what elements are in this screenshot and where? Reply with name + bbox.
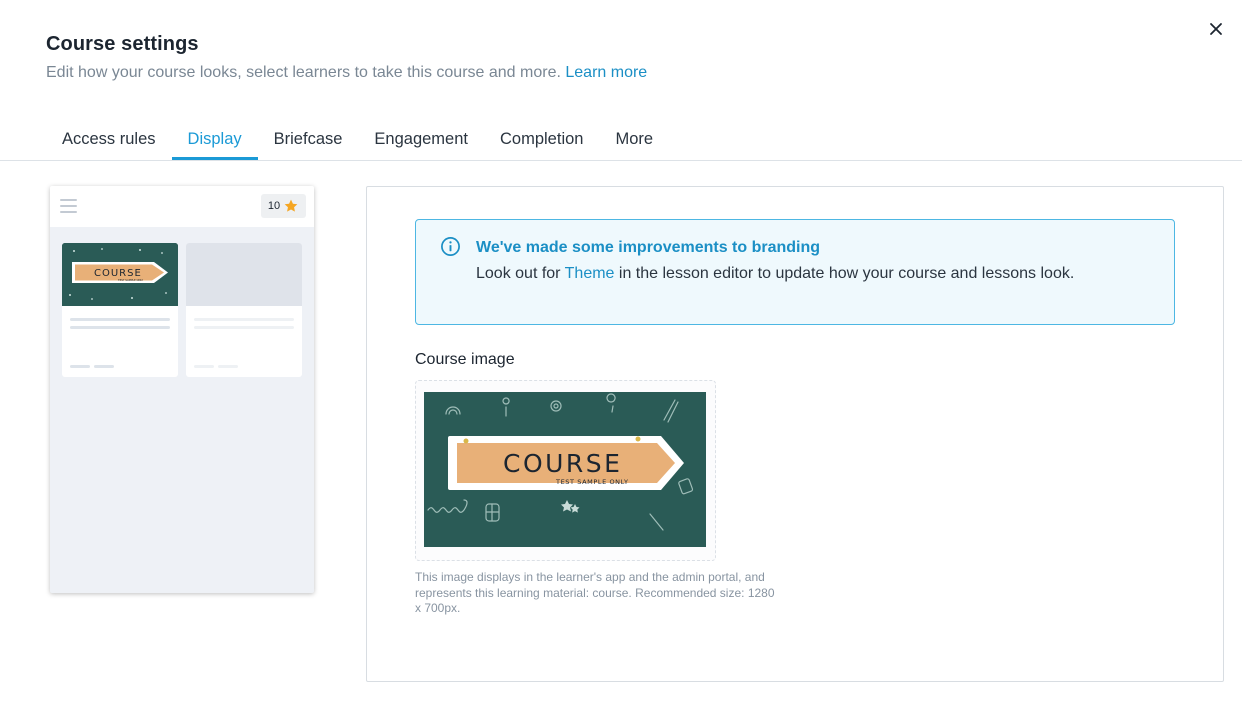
tab-display[interactable]: Display bbox=[171, 118, 258, 160]
preview-top-bar: 10 bbox=[50, 186, 314, 227]
page-title: Course settings bbox=[46, 33, 199, 55]
info-banner-title: We've made some improvements to branding bbox=[476, 239, 821, 256]
tab-more[interactable]: More bbox=[599, 118, 669, 160]
subtitle-text: Edit how your course looks, select learn… bbox=[46, 64, 561, 81]
branding-info-banner: We've made some improvements to branding… bbox=[415, 219, 1175, 325]
score-value: 10 bbox=[267, 200, 281, 212]
close-button[interactable] bbox=[1207, 20, 1225, 38]
info-banner-text-after: in the lesson editor to update how your … bbox=[614, 265, 1075, 282]
course-image-subtitle: TEST SAMPLE ONLY bbox=[555, 478, 629, 486]
display-settings-panel: We've made some improvements to branding… bbox=[366, 186, 1224, 682]
star-icon bbox=[284, 199, 298, 212]
hamburger-icon bbox=[60, 199, 77, 213]
info-banner-text-before: Look out for bbox=[476, 265, 565, 282]
learner-app-preview: 10 COURSE TEST SAMPLE ONLY bbox=[50, 186, 314, 593]
tab-completion[interactable]: Completion bbox=[484, 118, 599, 160]
score-badge: 10 bbox=[261, 194, 306, 218]
tab-access-rules[interactable]: Access rules bbox=[46, 118, 172, 160]
preview-placeholder-thumbnail bbox=[186, 243, 302, 306]
tab-briefcase[interactable]: Briefcase bbox=[258, 118, 359, 160]
course-image-hint: This image displays in the learner's app… bbox=[415, 570, 775, 615]
course-image-label: Course image bbox=[415, 351, 515, 368]
info-icon bbox=[441, 237, 460, 256]
preview-placeholder-card bbox=[186, 243, 302, 377]
course-image-upload[interactable]: COURSE TEST SAMPLE ONLY bbox=[415, 380, 716, 561]
page-subtitle: Edit how your course looks, select learn… bbox=[46, 64, 647, 82]
info-banner-body: Look out for Theme in the lesson editor … bbox=[476, 262, 1096, 286]
tabs-divider bbox=[0, 160, 1242, 161]
course-image: COURSE TEST SAMPLE ONLY bbox=[424, 392, 706, 547]
preview-course-thumbnail: COURSE TEST SAMPLE ONLY bbox=[62, 243, 178, 306]
tab-engagement[interactable]: Engagement bbox=[358, 118, 484, 160]
preview-course-card: COURSE TEST SAMPLE ONLY bbox=[62, 243, 178, 377]
close-icon bbox=[1210, 23, 1222, 35]
preview-thumbnail-subtitle: TEST SAMPLE ONLY bbox=[118, 278, 144, 282]
course-image-title: COURSE bbox=[503, 449, 622, 478]
learn-more-link[interactable]: Learn more bbox=[565, 64, 647, 81]
theme-link[interactable]: Theme bbox=[565, 265, 615, 282]
preview-thumbnail-title: COURSE bbox=[94, 268, 142, 279]
settings-tabs: Access rules Display Briefcase Engagemen… bbox=[46, 118, 669, 162]
